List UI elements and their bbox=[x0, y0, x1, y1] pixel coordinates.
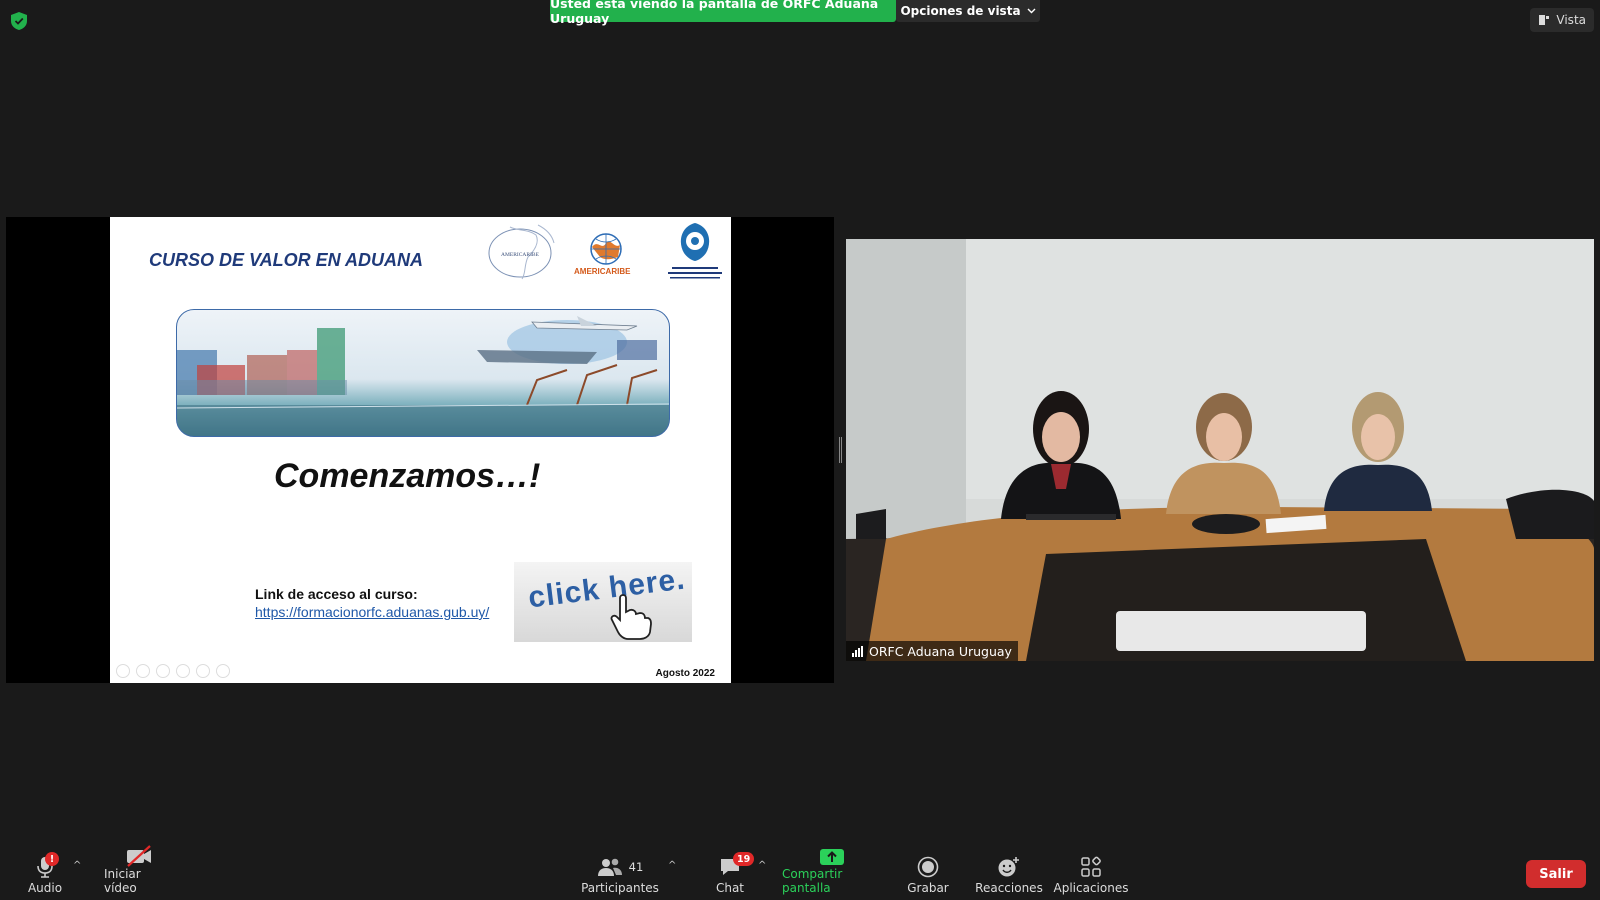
zoom-icon[interactable] bbox=[196, 664, 210, 678]
participants-label: Participantes bbox=[581, 881, 659, 895]
panel-resize-handle[interactable] bbox=[839, 437, 842, 463]
logo-text: AMERICARIBE bbox=[501, 252, 540, 258]
reactions-button[interactable]: Reacciones bbox=[975, 848, 1043, 900]
apps-button[interactable]: Aplicaciones bbox=[1053, 848, 1129, 900]
course-link-label: Link de acceso al curso: bbox=[255, 586, 418, 602]
start-video-button[interactable]: Iniciar vídeo bbox=[104, 845, 174, 900]
pen-icon[interactable] bbox=[156, 664, 170, 678]
screen-share-banner: Usted está viendo la pantalla de ORFC Ad… bbox=[550, 0, 896, 26]
apps-label: Aplicaciones bbox=[1053, 881, 1129, 895]
slides-icon[interactable] bbox=[176, 664, 190, 678]
wco-logo bbox=[668, 223, 722, 279]
participant-name-tag: ORFC Aduana Uruguay bbox=[846, 641, 1018, 661]
prev-slide-icon[interactable] bbox=[116, 664, 130, 678]
next-slide-icon[interactable] bbox=[136, 664, 150, 678]
view-options-button[interactable]: Opciones de vista bbox=[896, 0, 1040, 22]
meeting-window: Usted está viendo la pantalla de ORFC Ad… bbox=[0, 0, 1600, 900]
logistics-illustration bbox=[177, 316, 669, 436]
signal-icon bbox=[852, 645, 863, 657]
slide-headline: Comenzamos…! bbox=[274, 457, 541, 495]
presentation-slide: CURSO DE VALOR EN ADUANA AMERICARIBE AME… bbox=[110, 217, 731, 683]
slide-date: Agosto 2022 bbox=[655, 668, 715, 679]
record-icon bbox=[917, 856, 939, 878]
share-screen-button[interactable]: Compartir pantalla bbox=[782, 848, 882, 900]
apps-icon bbox=[1081, 856, 1101, 877]
audio-button[interactable]: ! Audio bbox=[22, 848, 68, 900]
hand-cursor-icon bbox=[610, 594, 652, 640]
reactions-label: Reacciones bbox=[975, 881, 1043, 895]
chat-options-caret[interactable]: ^ bbox=[758, 860, 766, 871]
video-off-icon bbox=[127, 845, 151, 867]
click-here-text: click here. bbox=[526, 562, 688, 615]
audio-warning-badge: ! bbox=[45, 852, 59, 866]
share-screen-label: Compartir pantalla bbox=[782, 867, 843, 895]
slide-navigation bbox=[116, 664, 230, 678]
chevron-down-icon bbox=[1027, 8, 1036, 14]
participant-name: ORFC Aduana Uruguay bbox=[869, 643, 1012, 659]
participants-count: 41 bbox=[628, 860, 644, 874]
participant-video[interactable]: ORFC Aduana Uruguay bbox=[846, 239, 1594, 661]
view-label: Vista bbox=[1556, 13, 1586, 27]
share-screen-icon bbox=[820, 849, 844, 865]
chat-unread-badge: 19 bbox=[733, 852, 755, 866]
participants-options-caret[interactable]: ^ bbox=[668, 860, 676, 871]
shield-icon[interactable] bbox=[11, 12, 27, 30]
view-button[interactable]: Vista bbox=[1530, 8, 1594, 32]
americaribe-wordmark: AMERICARIBE bbox=[574, 267, 631, 276]
video-feed bbox=[846, 239, 1594, 661]
view-options-label: Opciones de vista bbox=[900, 4, 1021, 18]
more-icon[interactable] bbox=[216, 664, 230, 678]
reactions-icon bbox=[998, 857, 1019, 877]
course-link[interactable]: https://formacionorfc.aduanas.gub.uy/ bbox=[255, 604, 489, 620]
participants-icon bbox=[597, 858, 622, 876]
americaribe-map-logo: AMERICARIBE bbox=[488, 224, 555, 280]
participants-button[interactable]: 41 Participantes bbox=[581, 848, 659, 900]
meeting-toolbar: ! Audio ^ Iniciar vídeo 41 Participantes… bbox=[0, 845, 1600, 900]
record-label: Grabar bbox=[907, 881, 949, 895]
start-video-label: Iniciar vídeo bbox=[104, 867, 141, 895]
leave-meeting-button[interactable]: Salir bbox=[1526, 860, 1586, 888]
shared-screen[interactable]: CURSO DE VALOR EN ADUANA AMERICARIBE AME… bbox=[6, 217, 834, 683]
chat-label: Chat bbox=[715, 881, 745, 895]
chat-button[interactable]: 19 Chat bbox=[712, 848, 755, 900]
logistics-banner-image bbox=[176, 309, 670, 437]
record-button[interactable]: Grabar bbox=[907, 848, 949, 900]
click-here-image: click here. bbox=[514, 562, 692, 642]
slide-title: CURSO DE VALOR EN ADUANA bbox=[149, 250, 424, 270]
view-icon bbox=[1539, 15, 1550, 25]
audio-label: Audio bbox=[27, 881, 63, 895]
audio-options-caret[interactable]: ^ bbox=[73, 860, 81, 871]
